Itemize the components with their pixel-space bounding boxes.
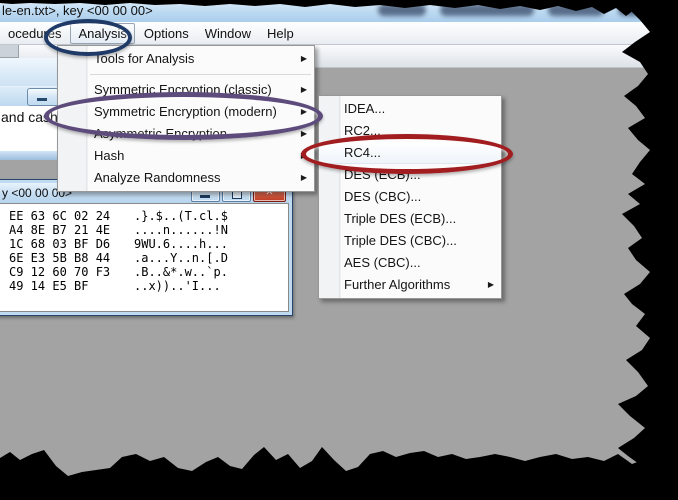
modern-encryption-submenu: IDEA...▶ RC2...▶ RC4...▶ DES (ECB)...▶ D… bbox=[318, 95, 502, 299]
ascii-preview: ..x))..'I... bbox=[134, 279, 221, 293]
rc4-annotation-circle bbox=[301, 134, 513, 174]
document-window-glass bbox=[0, 58, 62, 87]
redaction-blob bbox=[618, 4, 658, 16]
redacted-title-text bbox=[378, 4, 658, 16]
document-window-bottom-frame bbox=[0, 151, 62, 160]
menu-item[interactable]: AES (CBC)...▶ bbox=[319, 252, 501, 274]
menu-item-label: IDEA... bbox=[344, 101, 385, 116]
analysis-annotation-circle bbox=[44, 19, 132, 56]
toolbar-fragment bbox=[0, 45, 19, 58]
minimize-icon bbox=[37, 98, 47, 101]
menu-item[interactable]: Analyze Randomness ▶ bbox=[58, 167, 314, 189]
minimize-icon bbox=[200, 195, 210, 198]
submenu-arrow-icon: ▶ bbox=[488, 274, 494, 296]
hex-row: 6E E3 5B B8 44.a...Y..n.[.D bbox=[0, 251, 288, 265]
submenu-arrow-icon: ▶ bbox=[301, 79, 307, 101]
redaction-blob bbox=[548, 4, 604, 16]
menu-item[interactable]: IDEA...▶ bbox=[319, 98, 501, 120]
hex-bytes: A4 8E B7 21 4E bbox=[9, 223, 134, 237]
menu-item-label: Further Algorithms bbox=[344, 277, 450, 292]
submenu-arrow-icon: ▶ bbox=[301, 167, 307, 189]
menu-item-label: AES (CBC)... bbox=[344, 255, 421, 270]
menubar-item[interactable]: Options bbox=[136, 23, 197, 44]
menu-item-label: DES (CBC)... bbox=[344, 189, 421, 204]
hex-row: 1C 68 03 BF D69WU.6....h... bbox=[0, 237, 288, 251]
minimize-button[interactable] bbox=[27, 88, 59, 106]
hex-row: 49 14 E5 BF..x))..'I... bbox=[0, 279, 288, 293]
ascii-preview: 9WU.6....h... bbox=[134, 237, 228, 251]
ascii-preview: .}.$..(T.cl.$ bbox=[134, 209, 228, 223]
ascii-preview: .a...Y..n.[.D bbox=[134, 251, 228, 265]
hex-bytes: C9 12 60 70 F3 bbox=[9, 265, 134, 279]
menubar-item[interactable]: Window bbox=[197, 23, 259, 44]
hex-row: A4 8E B7 21 4E....n......!N bbox=[0, 223, 288, 237]
menu-item[interactable]: Further Algorithms ▶ bbox=[319, 274, 501, 296]
submenu-arrow-icon: ▶ bbox=[301, 48, 307, 70]
menu-item[interactable]: Hash▶ bbox=[58, 145, 314, 167]
menu-item-label: Triple DES (ECB)... bbox=[344, 211, 456, 226]
hex-dump-content[interactable]: EE 63 6C 02 24.}.$..(T.cl.$ A4 8E B7 21 … bbox=[0, 203, 289, 312]
ascii-preview: ....n......!N bbox=[134, 223, 228, 237]
hex-row: EE 63 6C 02 24.}.$..(T.cl.$ bbox=[0, 209, 288, 223]
menubar-item[interactable]: Help bbox=[259, 23, 302, 44]
menu-item-label: Triple DES (CBC)... bbox=[344, 233, 457, 248]
menu-item-label: Hash bbox=[94, 148, 124, 163]
hex-bytes: 49 14 E5 BF bbox=[9, 279, 134, 293]
redaction-blob bbox=[378, 4, 426, 16]
menu-item[interactable]: Triple DES (ECB)...▶ bbox=[319, 208, 501, 230]
hex-bytes: 6E E3 5B B8 44 bbox=[9, 251, 134, 265]
hex-bytes: EE 63 6C 02 24 bbox=[9, 209, 134, 223]
menu-item[interactable]: Triple DES (CBC)...▶ bbox=[319, 230, 501, 252]
redaction-blob bbox=[440, 4, 534, 16]
modern-encryption-annotation-circle bbox=[44, 92, 323, 140]
menu-item[interactable]: DES (CBC)...▶ bbox=[319, 186, 501, 208]
ascii-preview: .B..&*.w..`p. bbox=[134, 265, 228, 279]
hex-dump-window: y <00 00 00> ✕ EE 63 6C 02 24.}.$..(T.cl… bbox=[0, 179, 293, 316]
hex-row: C9 12 60 70 F3.B..&*.w..`p. bbox=[0, 265, 288, 279]
app-title-text: le-en.txt>, key <00 00 00> bbox=[2, 3, 153, 18]
document-window-titlebar bbox=[0, 87, 62, 106]
hex-bytes: 1C 68 03 BF D6 bbox=[9, 237, 134, 251]
menu-item-label: Analyze Randomness bbox=[94, 170, 220, 185]
